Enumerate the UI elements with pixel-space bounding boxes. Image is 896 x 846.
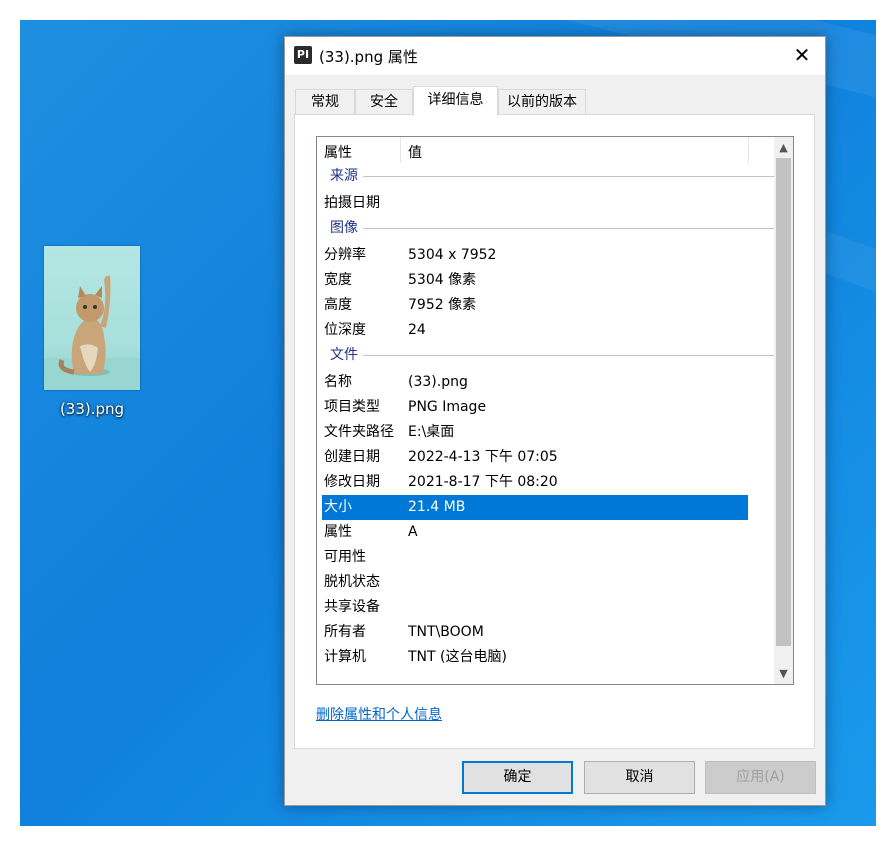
column-divider[interactable]	[400, 137, 401, 163]
remove-properties-link[interactable]: 删除属性和个人信息	[316, 704, 442, 724]
property-value: (33).png	[408, 374, 468, 390]
group-divider	[363, 228, 784, 229]
property-value: TNT\BOOM	[408, 624, 484, 640]
property-value: A	[408, 524, 418, 540]
window-title: (33).png 属性	[319, 48, 418, 66]
table-row[interactable]: 共享设备	[317, 595, 772, 620]
tab-details[interactable]: 详细信息	[413, 86, 498, 116]
cancel-button[interactable]: 取消	[584, 761, 695, 794]
table-row[interactable]: 拍摄日期	[317, 191, 772, 216]
property-value: 5304 x 7952	[408, 247, 497, 263]
property-name: 拍摄日期	[324, 195, 380, 211]
group-divider	[363, 176, 784, 177]
property-value: 5304 像素	[408, 272, 477, 288]
table-row[interactable]: 名称 (33).png	[317, 370, 772, 395]
scrollbar-thumb[interactable]	[776, 158, 791, 646]
group-title: 图像	[330, 220, 358, 236]
property-name: 可用性	[324, 549, 366, 565]
property-name: 修改日期	[324, 474, 380, 490]
kitten-thumbnail-icon	[44, 275, 140, 390]
close-icon: ✕	[793, 43, 811, 67]
property-name: 高度	[324, 297, 352, 313]
close-button[interactable]: ✕	[779, 37, 825, 75]
table-row[interactable]: 计算机 TNT (这台电脑)	[317, 645, 772, 670]
column-header-property[interactable]: 属性	[324, 142, 352, 162]
table-row[interactable]: 项目类型 PNG Image	[317, 395, 772, 420]
property-value: 21.4 MB	[408, 499, 466, 515]
property-name: 计算机	[324, 649, 366, 665]
property-name: 创建日期	[324, 449, 380, 465]
table-row[interactable]: 文件夹路径 E:\桌面	[317, 420, 772, 445]
property-name: 属性	[324, 524, 352, 540]
table-row[interactable]: 脱机状态	[317, 570, 772, 595]
vertical-scrollbar[interactable]: ▲ ▼	[774, 137, 793, 684]
image-thumbnail	[44, 246, 140, 390]
app-icon: PI	[294, 46, 312, 64]
apply-button[interactable]: 应用(A)	[705, 761, 816, 794]
table-row[interactable]: 可用性	[317, 545, 772, 570]
table-row[interactable]: 高度 7952 像素	[317, 293, 772, 318]
property-list[interactable]: 属性 值 来源 拍摄日期 图像 分辨率 5304 x 7952 宽度 5304 …	[316, 136, 794, 685]
property-name: 位深度	[324, 322, 366, 338]
table-row[interactable]: 位深度 24	[317, 318, 772, 343]
scroll-up-icon[interactable]: ▲	[774, 139, 793, 156]
table-row[interactable]: 属性 A	[317, 520, 772, 545]
property-value: 7952 像素	[408, 297, 477, 313]
table-row[interactable]: 创建日期 2022-4-13 下午 07:05	[317, 445, 772, 470]
property-name: 共享设备	[324, 599, 380, 615]
table-row[interactable]: 宽度 5304 像素	[317, 268, 772, 293]
column-header: 属性 值	[317, 137, 772, 164]
column-divider[interactable]	[748, 137, 749, 163]
property-value: 2022-4-13 下午 07:05	[408, 449, 558, 465]
property-value: PNG Image	[408, 399, 487, 415]
property-value: 24	[408, 322, 426, 338]
table-row[interactable]: 所有者 TNT\BOOM	[317, 620, 772, 645]
group-header-image: 图像	[317, 216, 784, 243]
title-bar[interactable]: PI (33).png 属性 ✕	[285, 37, 825, 75]
property-name: 项目类型	[324, 399, 380, 415]
property-value: TNT (这台电脑)	[408, 649, 507, 665]
property-name: 名称	[324, 374, 352, 390]
tab-security[interactable]: 安全	[355, 89, 413, 114]
details-panel: 属性 值 来源 拍摄日期 图像 分辨率 5304 x 7952 宽度 5304 …	[294, 114, 815, 749]
property-name: 宽度	[324, 272, 352, 288]
group-title: 来源	[330, 168, 358, 184]
property-name: 大小	[324, 499, 352, 515]
property-rows: 来源 拍摄日期 图像 分辨率 5304 x 7952 宽度 5304 像素 高度…	[317, 164, 784, 670]
table-row[interactable]: 修改日期 2021-8-17 下午 08:20	[317, 470, 772, 495]
ok-button[interactable]: 确定	[462, 761, 573, 794]
scroll-down-icon[interactable]: ▼	[774, 665, 793, 682]
group-divider	[363, 355, 784, 356]
properties-dialog: PI (33).png 属性 ✕ 常规 安全 详细信息 以前的版本 属性 值 来…	[284, 36, 826, 806]
table-row[interactable]: 分辨率 5304 x 7952	[317, 243, 772, 268]
property-value: 2021-8-17 下午 08:20	[408, 474, 558, 490]
property-name: 文件夹路径	[324, 424, 394, 440]
tab-previous-versions[interactable]: 以前的版本	[498, 89, 586, 114]
desktop-file-label: (33).png	[59, 400, 125, 418]
property-name: 所有者	[324, 624, 366, 640]
desktop-file-icon[interactable]: (33).png	[44, 246, 140, 418]
tab-general[interactable]: 常规	[295, 89, 355, 114]
property-name: 分辨率	[324, 247, 366, 263]
property-name: 脱机状态	[324, 574, 380, 590]
table-row-selected[interactable]: 大小 21.4 MB	[322, 495, 748, 520]
group-header-file: 文件	[317, 343, 784, 370]
column-header-value[interactable]: 值	[408, 142, 422, 162]
group-header-source: 来源	[317, 164, 784, 191]
property-value: E:\桌面	[408, 424, 455, 440]
group-title: 文件	[330, 347, 358, 363]
